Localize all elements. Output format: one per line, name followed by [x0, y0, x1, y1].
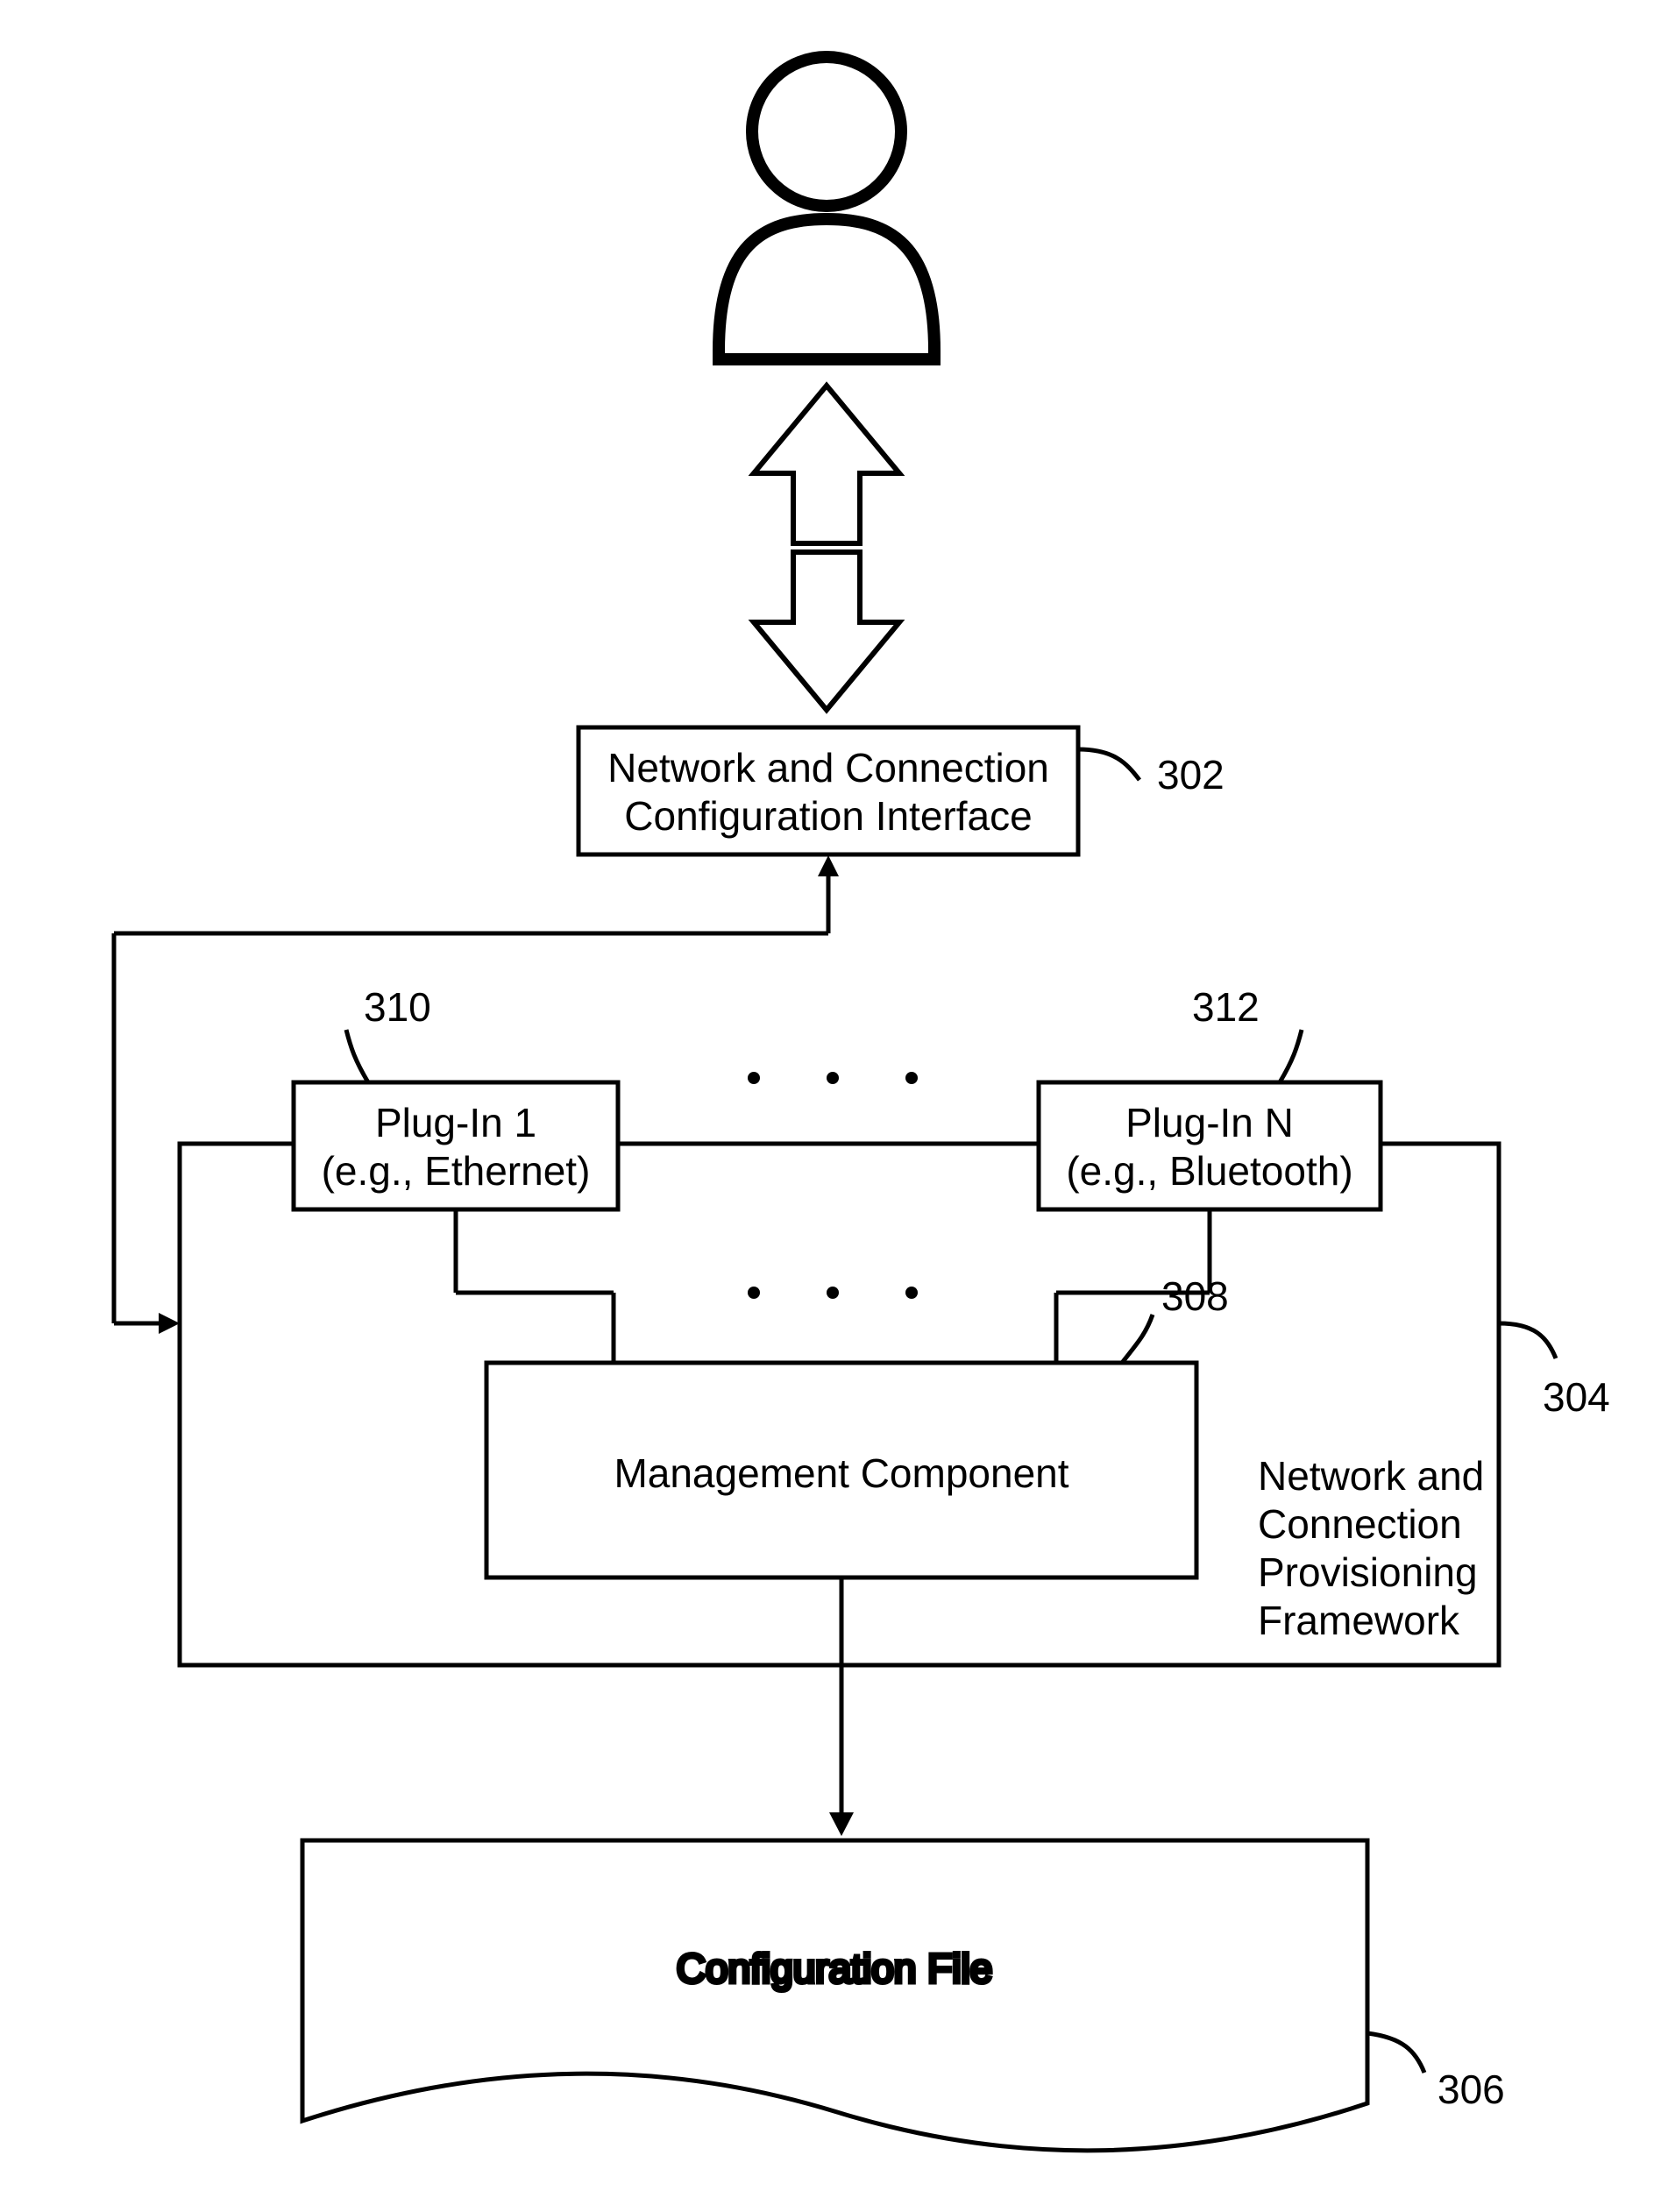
diagram-canvas: Network and Connection Configuration Int…: [0, 0, 1654, 2212]
ref-306: 306: [1437, 2067, 1505, 2112]
user-icon: [719, 57, 934, 359]
ref-312: 312: [1192, 984, 1260, 1030]
leader-312: [1280, 1030, 1302, 1082]
config-file-shape: Configuration File: [302, 1840, 1367, 2151]
management-label: Management Component: [614, 1450, 1068, 1496]
leader-308: [1122, 1315, 1153, 1363]
plugin-ellipsis-bottom: [748, 1287, 918, 1299]
user-interface-double-arrow-icon: [754, 386, 899, 710]
management-box: Management Component: [486, 1363, 1196, 1577]
ref-310: 310: [364, 984, 431, 1030]
plugin-n-line2: (e.g., Bluetooth): [1066, 1148, 1352, 1194]
plugin-1-line2: (e.g., Ethernet): [322, 1148, 591, 1194]
framework-caption-2: Connection: [1258, 1501, 1462, 1547]
plugin1-to-management-connector: [456, 1209, 614, 1363]
plugin-ellipsis-top: [748, 1072, 918, 1084]
management-to-config-arrow: [829, 1577, 854, 1836]
interface-box: Network and Connection Configuration Int…: [579, 727, 1078, 854]
interface-box-line1: Network and Connection: [607, 745, 1049, 791]
framework-caption-3: Provisioning: [1258, 1549, 1478, 1595]
ref-308: 308: [1161, 1273, 1229, 1319]
config-file-label: Configuration File: [677, 1946, 993, 1991]
leader-306: [1367, 2033, 1424, 2073]
ref-304: 304: [1543, 1374, 1610, 1420]
leader-302: [1078, 749, 1139, 780]
plugin-n-box: Plug-In N (e.g., Bluetooth): [1039, 1082, 1381, 1209]
plugin-n-line1: Plug-In N: [1125, 1100, 1294, 1145]
leader-310: [346, 1030, 368, 1082]
framework-caption-4: Framework: [1258, 1598, 1460, 1643]
ref-302: 302: [1157, 752, 1225, 798]
plugin-1-line1: Plug-In 1: [375, 1100, 536, 1145]
interface-box-line2: Configuration Interface: [624, 793, 1032, 839]
plugin-1-box: Plug-In 1 (e.g., Ethernet): [294, 1082, 618, 1209]
leader-304: [1499, 1323, 1556, 1358]
framework-caption-1: Network and: [1258, 1453, 1484, 1499]
